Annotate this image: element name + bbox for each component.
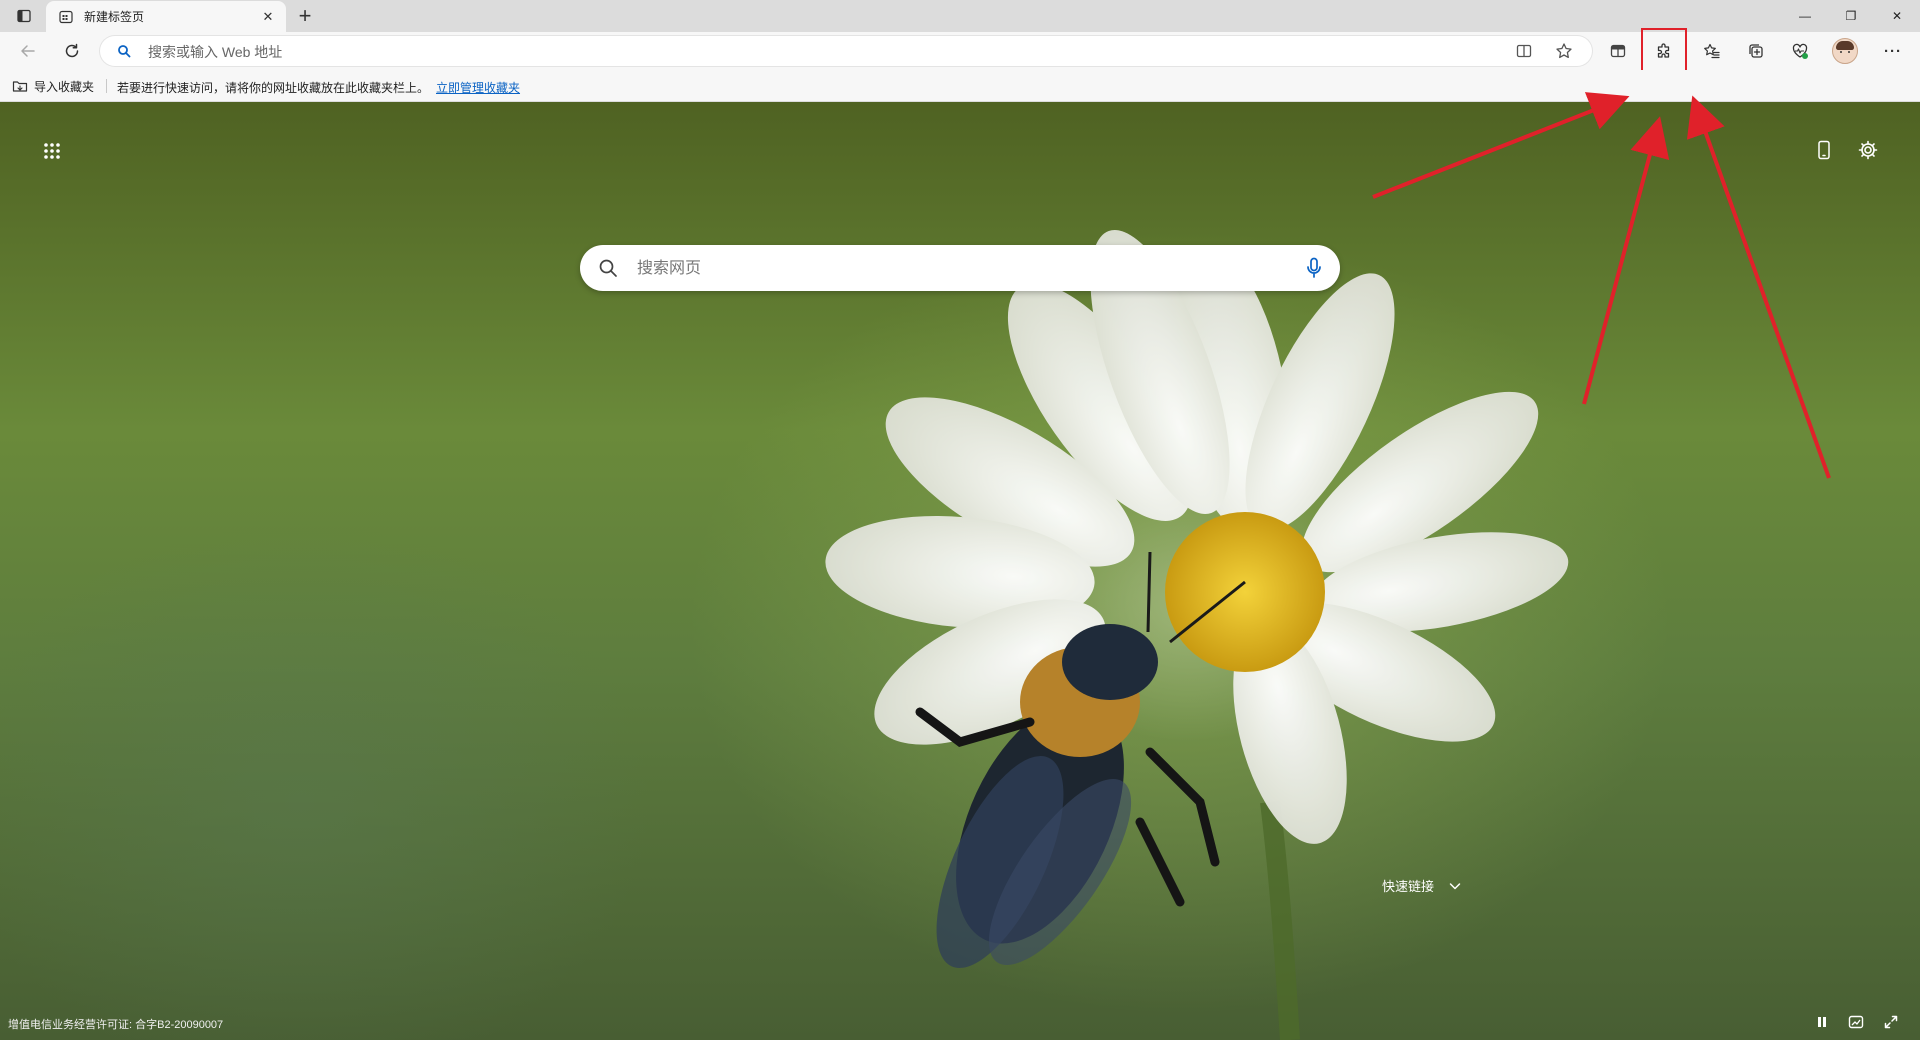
image-info-icon [1848,1015,1864,1029]
expand-icon [1884,1015,1898,1029]
highlight-box [1641,28,1687,74]
add-favorite-button[interactable] [1550,37,1578,65]
favorites-button[interactable] [1696,35,1728,67]
profile-button[interactable] [1829,35,1861,67]
tab-strip: 新建标签页 ✕ + — ❐ ✕ [0,0,1920,32]
tab-actions-icon [17,9,31,23]
favorites-bar: 导入收藏夹 若要进行快速访问，请将你的网址收藏放在此收藏夹栏上。 立即管理收藏夹 [0,70,1920,102]
plus-icon: + [298,3,312,28]
collections-icon [1749,44,1763,58]
workspaces-icon [1610,44,1626,58]
import-folder-icon [12,81,28,92]
mobile-icon [1818,140,1830,160]
apps-grid-icon [44,143,60,159]
reading-view-button[interactable] [1510,37,1538,65]
chevron-down-icon [1449,882,1461,889]
quick-links-label: 快速链接 [1382,879,1435,894]
heart-pulse-icon [1792,43,1808,59]
import-favorites-button[interactable]: 导入收藏夹 [12,76,94,96]
minimize-button[interactable]: — [1782,0,1828,32]
license-text: 增值电信业务经营许可证: 合字B2-20090007 [8,1019,224,1031]
manage-favorites-link[interactable]: 立即管理收藏夹 [436,79,520,96]
apps-launcher-button[interactable] [38,137,66,165]
more-icon: ··· [1884,42,1902,60]
gear-icon [1858,140,1878,160]
refresh-button[interactable] [56,35,88,67]
pause-background-button[interactable] [1812,1012,1832,1032]
tab-actions-menu-button[interactable] [10,4,38,28]
web-search-input[interactable] [635,257,1259,281]
back-arrow-icon [21,45,35,57]
window-close-button[interactable]: ✕ [1874,0,1920,32]
close-icon: ✕ [262,8,274,24]
close-icon: ✕ [1891,9,1903,23]
new-tab-button[interactable]: + [292,3,318,29]
tab-title: 新建标签页 [84,10,145,24]
favorites-hint-text: 若要进行快速访问，请将你的网址收藏放在此收藏夹栏上。 [117,81,430,95]
background-image [825,230,1569,1040]
avatar [1832,38,1858,64]
page-settings-button[interactable] [1854,136,1882,164]
toolbar: ··· [0,32,1920,70]
microphone-icon [1307,257,1321,278]
restore-icon: ❐ [1845,9,1857,23]
workspaces-button[interactable] [1602,35,1634,67]
mobile-device-button[interactable] [1810,136,1838,164]
search-icon [599,259,617,277]
fullscreen-button[interactable] [1881,1012,1901,1032]
settings-and-more-button[interactable]: ··· [1877,35,1909,67]
browser-essentials-button[interactable] [1784,35,1816,67]
favorites-list-icon [1704,43,1720,59]
tab-close-button[interactable]: ✕ [256,5,280,29]
import-favorites-label: 导入收藏夹 [34,79,95,94]
star-icon [1556,43,1572,59]
new-tab-page: 快速链接 增值电信业务经营许可证: 合字B2-20090007 [0,102,1920,1040]
address-input[interactable] [146,41,1450,63]
web-search-box[interactable] [580,245,1340,291]
search-icon [118,45,131,58]
collections-button[interactable] [1740,35,1772,67]
new-tab-page-icon [58,9,74,25]
pause-icon [1818,1017,1826,1027]
background-info-button[interactable] [1846,1012,1866,1032]
back-button[interactable] [12,35,44,67]
minimize-icon: — [1799,9,1811,23]
quick-links-toggle[interactable]: 快速链接 [1382,876,1462,895]
restore-button[interactable]: ❐ [1828,0,1874,32]
voice-search-button[interactable] [1302,256,1326,280]
tab-new-tab[interactable]: 新建标签页 ✕ [46,1,286,32]
favorites-separator [106,79,107,93]
refresh-icon [65,43,79,58]
address-bar[interactable] [100,36,1592,66]
reading-view-icon [1516,44,1532,58]
